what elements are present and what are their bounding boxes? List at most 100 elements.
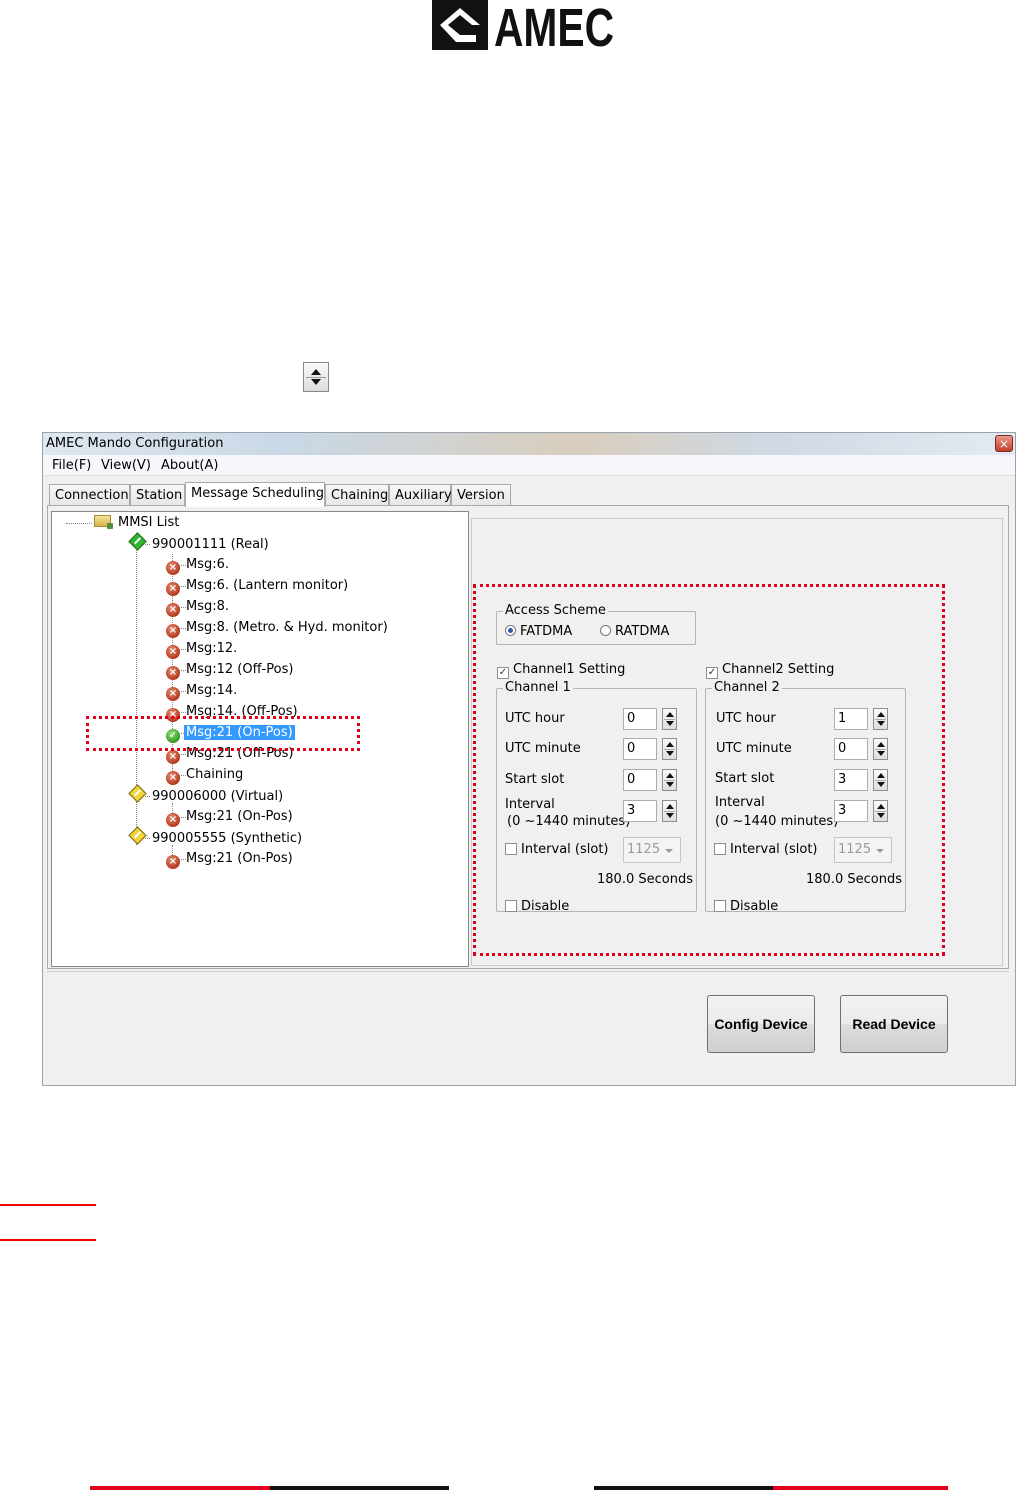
svg-text:AMEC: AMEC (494, 0, 614, 50)
channel2-checkbox[interactable]: ✓ Channel2 Setting (706, 662, 834, 679)
error-icon: × (166, 666, 180, 680)
error-icon: × (166, 708, 180, 722)
tree-node-mmsi[interactable]: 990006000 (Virtual) (128, 784, 285, 805)
spinner-icon (303, 362, 329, 392)
ch2-disable-checkbox[interactable]: Disable (714, 899, 778, 914)
tree-node-msg[interactable]: × Msg:8. (166, 598, 231, 617)
footer-bar-red (90, 1486, 270, 1490)
yellow-diamond-icon (128, 784, 147, 803)
error-icon: × (166, 750, 180, 764)
utc-hour-label: UTC hour (716, 711, 776, 726)
tree-node-msg[interactable]: × Msg:12. (166, 640, 239, 659)
error-icon: × (166, 687, 180, 701)
interval-range-label: (0 ~1440 minutes) (507, 814, 631, 829)
tree-node-mmsi[interactable]: 990005555 (Synthetic) (128, 826, 304, 847)
footer-bar-black (594, 1486, 773, 1490)
red-underline (0, 1239, 96, 1241)
check-icon: ✓ (166, 729, 180, 743)
ch1-seconds-readout: 180.0 Seconds (597, 872, 693, 887)
tree-node-msg[interactable]: × Msg:6. (Lantern monitor) (166, 577, 350, 596)
ch2-interval-spinner[interactable] (873, 800, 888, 822)
ch2-interval-slot-select[interactable]: 1125 (834, 837, 892, 863)
close-button[interactable]: × (995, 435, 1013, 452)
mmsi-tree[interactable]: MMSI List 990001111 (Real) × Msg:6. × Msg:… (51, 511, 469, 967)
ch1-disable-checkbox[interactable]: Disable (505, 899, 569, 914)
tree-node-chaining[interactable]: × Chaining (166, 766, 245, 785)
ch2-utc-minute-input[interactable]: 0 (834, 738, 868, 760)
ch1-start-slot-spinner[interactable] (662, 769, 677, 791)
tree-node-msg[interactable]: × Msg:12 (Off-Pos) (166, 661, 295, 680)
tree-node-msg[interactable]: × Msg:8. (Metro. & Hyd. monitor) (166, 619, 390, 638)
error-icon: × (166, 813, 180, 827)
tab-chaining[interactable]: Chaining (325, 484, 389, 506)
error-icon: × (166, 624, 180, 638)
tree-node-msg-selected[interactable]: ✓ Msg:21 (On-Pos) (166, 724, 295, 743)
utc-minute-label: UTC minute (505, 741, 581, 756)
menu-file[interactable]: File(F) (52, 458, 91, 473)
error-icon: × (166, 771, 180, 785)
ch1-utc-minute-spinner[interactable] (662, 738, 677, 760)
ch2-utc-minute-spinner[interactable] (873, 738, 888, 760)
channel1-group: Channel 1 UTC hour 0 UTC minute 0 Start … (496, 680, 697, 914)
tree-node-msg[interactable]: × Msg:14. (166, 682, 239, 701)
tab-connection[interactable]: Connection (49, 484, 130, 506)
tab-auxiliary[interactable]: Auxiliary (389, 484, 452, 506)
footer-bar-black (270, 1486, 449, 1490)
tree-node-msg[interactable]: × Msg:6. (166, 556, 231, 575)
window-title: AMEC Mando Configuration (46, 436, 224, 451)
start-slot-label: Start slot (715, 771, 775, 786)
ch2-utc-hour-spinner[interactable] (873, 708, 888, 730)
utc-minute-label: UTC minute (716, 741, 792, 756)
ch1-interval-input[interactable]: 3 (623, 800, 657, 822)
app-window: AMEC Mando Configuration × File(F) View(… (42, 432, 1016, 1086)
access-scheme-title: Access Scheme (503, 603, 608, 618)
yellow-diamond-icon (128, 826, 147, 845)
red-underline (0, 1204, 96, 1206)
start-slot-label: Start slot (505, 772, 565, 787)
error-icon: × (166, 561, 180, 575)
tab-message-scheduling[interactable]: Message Scheduling (185, 482, 325, 507)
config-device-button[interactable]: Config Device (707, 995, 815, 1053)
ch1-interval-spinner[interactable] (662, 800, 677, 822)
footer-bar-red (773, 1486, 948, 1490)
ch2-start-slot-input[interactable]: 3 (834, 769, 868, 791)
tree-node-msg[interactable]: × Msg:21 (On-Pos) (166, 808, 295, 827)
ch2-interval-input[interactable]: 3 (834, 800, 868, 822)
read-device-button[interactable]: Read Device (840, 995, 948, 1053)
channel2-title: Channel 2 (712, 680, 782, 695)
interval-label: Interval (715, 795, 765, 810)
interval-range-label: (0 ~1440 minutes) (715, 814, 839, 829)
tree-node-mmsi[interactable]: 990001111 (Real) (128, 532, 271, 553)
channel1-title: Channel 1 (503, 680, 573, 695)
ch2-utc-hour-input[interactable]: 1 (834, 708, 868, 730)
access-scheme-group: Access Scheme FATDMA RATDMA (496, 603, 696, 645)
utc-hour-label: UTC hour (505, 711, 565, 726)
ch2-seconds-readout: 180.0 Seconds (806, 872, 902, 887)
tree-node-msg[interactable]: × Msg:21 (Off-Pos) (166, 745, 295, 764)
green-diamond-icon (128, 532, 147, 551)
ch1-start-slot-input[interactable]: 0 (623, 769, 657, 791)
radio-ratdma[interactable]: RATDMA (600, 624, 669, 639)
radio-fatdma[interactable]: FATDMA (505, 624, 572, 639)
error-icon: × (166, 582, 180, 596)
folder-icon (94, 515, 113, 529)
settings-panel: Access Scheme FATDMA RATDMA ✓ Channel1 Se… (471, 518, 1003, 966)
channel2-group: Channel 2 UTC hour 1 UTC minute 0 Start … (705, 680, 906, 914)
menu-about[interactable]: About(A) (161, 458, 218, 473)
ch1-utc-hour-spinner[interactable] (662, 708, 677, 730)
tab-version[interactable]: Version (451, 484, 511, 506)
ch1-interval-slot-checkbox[interactable]: Interval (slot) (505, 842, 609, 857)
amec-logo: AMEC (432, 0, 614, 50)
ch1-utc-hour-input[interactable]: 0 (623, 708, 657, 730)
tab-station[interactable]: Station (130, 484, 185, 506)
ch2-start-slot-spinner[interactable] (873, 769, 888, 791)
ch1-interval-slot-select[interactable]: 1125 (623, 837, 681, 863)
tree-node-msg[interactable]: × Msg:14. (Off-Pos) (166, 703, 300, 722)
ch2-interval-slot-checkbox[interactable]: Interval (slot) (714, 842, 818, 857)
menu-bar: File(F) View(V) About(A) (43, 455, 1015, 476)
menu-view[interactable]: View(V) (101, 458, 151, 473)
ch1-utc-minute-input[interactable]: 0 (623, 738, 657, 760)
tree-root[interactable]: MMSI List (94, 514, 181, 532)
tree-node-msg[interactable]: × Msg:21 (On-Pos) (166, 850, 295, 869)
channel1-checkbox[interactable]: ✓ Channel1 Setting (497, 662, 625, 679)
